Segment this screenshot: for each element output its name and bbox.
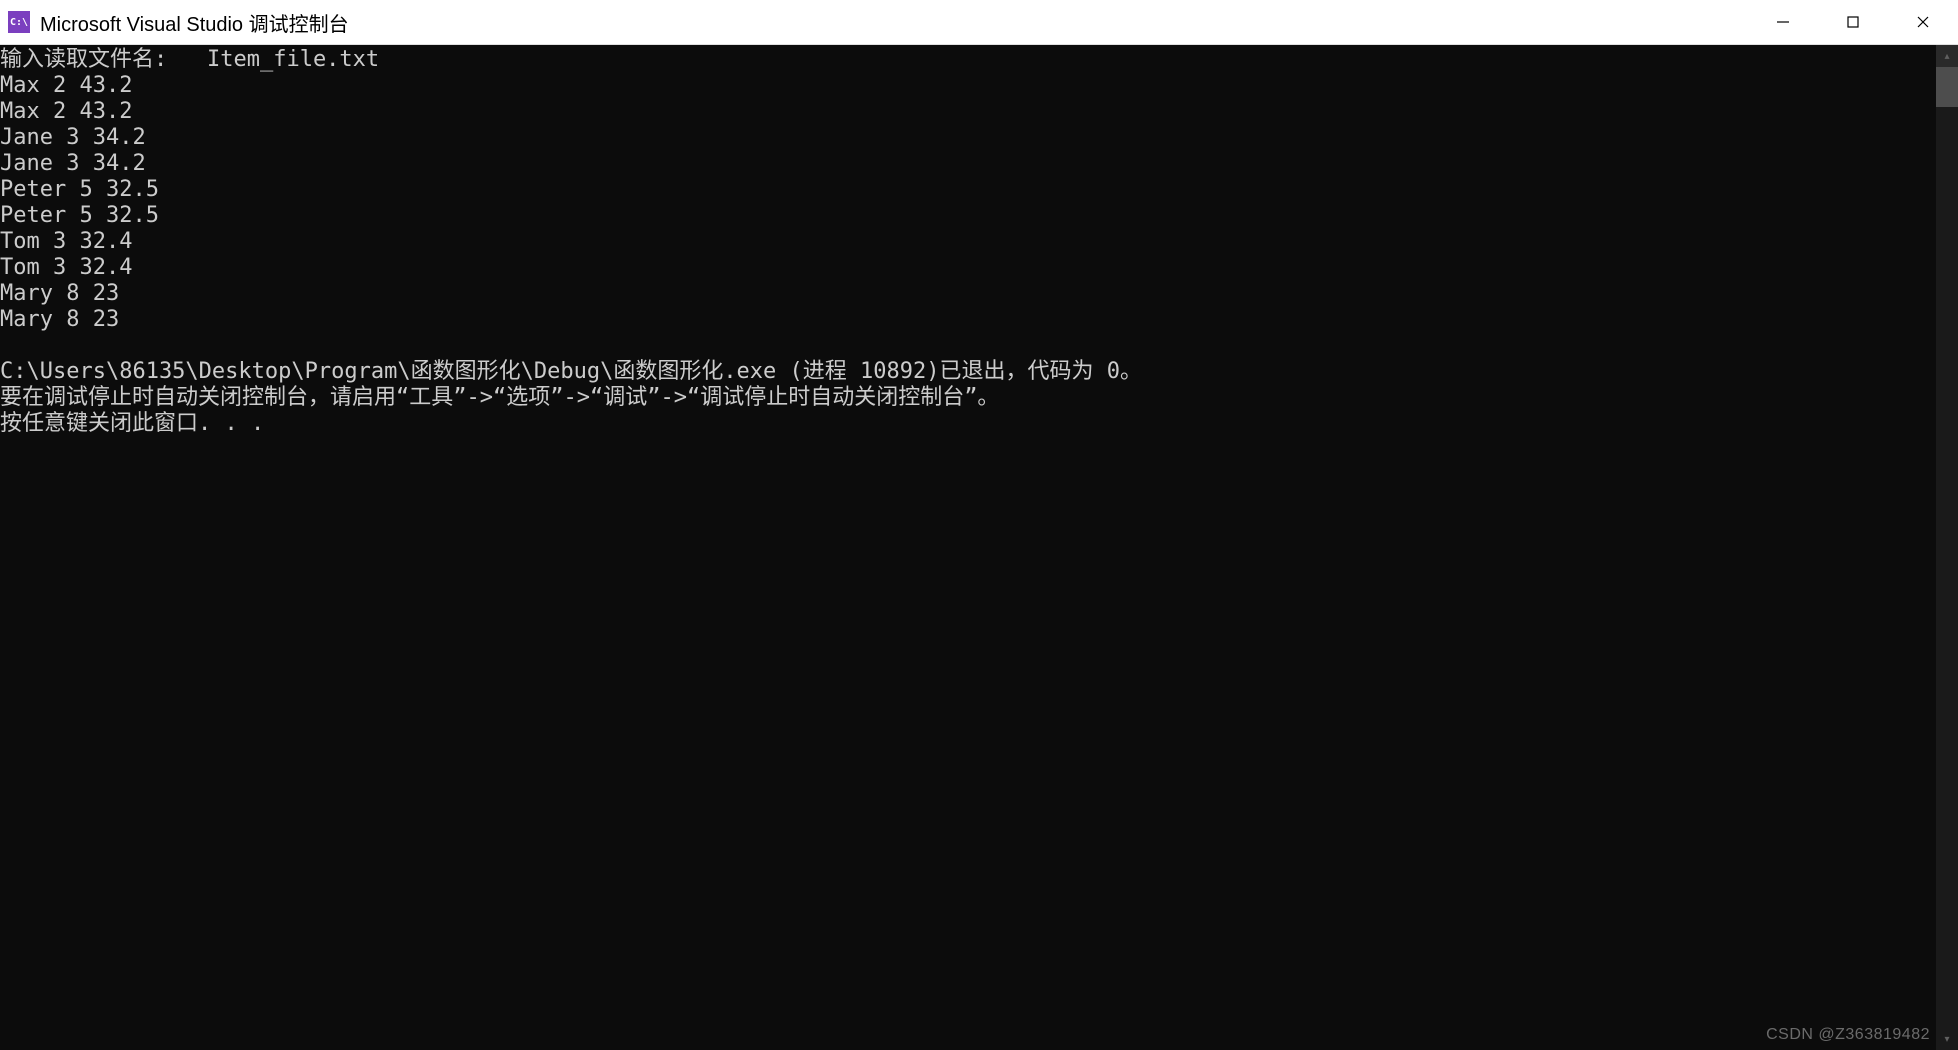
console-output[interactable]: 输入读取文件名: Item_file.txt Max 2 43.2 Max 2 … [0,45,1936,1050]
close-button[interactable] [1888,0,1958,44]
minimize-icon [1776,15,1790,29]
scroll-up-button[interactable]: ▴ [1936,45,1958,67]
titlebar: C:\ Microsoft Visual Studio 调试控制台 [0,0,1958,45]
scrollbar-thumb[interactable] [1936,67,1958,107]
watermark-text: CSDN @Z363819482 [1766,1026,1930,1044]
window-controls [1748,0,1958,44]
chevron-up-icon: ▴ [1944,51,1949,62]
console-wrap: 输入读取文件名: Item_file.txt Max 2 43.2 Max 2 … [0,45,1958,1050]
maximize-icon [1846,15,1860,29]
scrollbar[interactable]: ▴ ▾ [1936,45,1958,1050]
maximize-button[interactable] [1818,0,1888,44]
scroll-down-button[interactable]: ▾ [1936,1028,1958,1050]
app-icon: C:\ [8,11,30,33]
window-title: Microsoft Visual Studio 调试控制台 [40,8,1748,37]
close-icon [1916,15,1930,29]
minimize-button[interactable] [1748,0,1818,44]
chevron-down-icon: ▾ [1944,1034,1949,1045]
